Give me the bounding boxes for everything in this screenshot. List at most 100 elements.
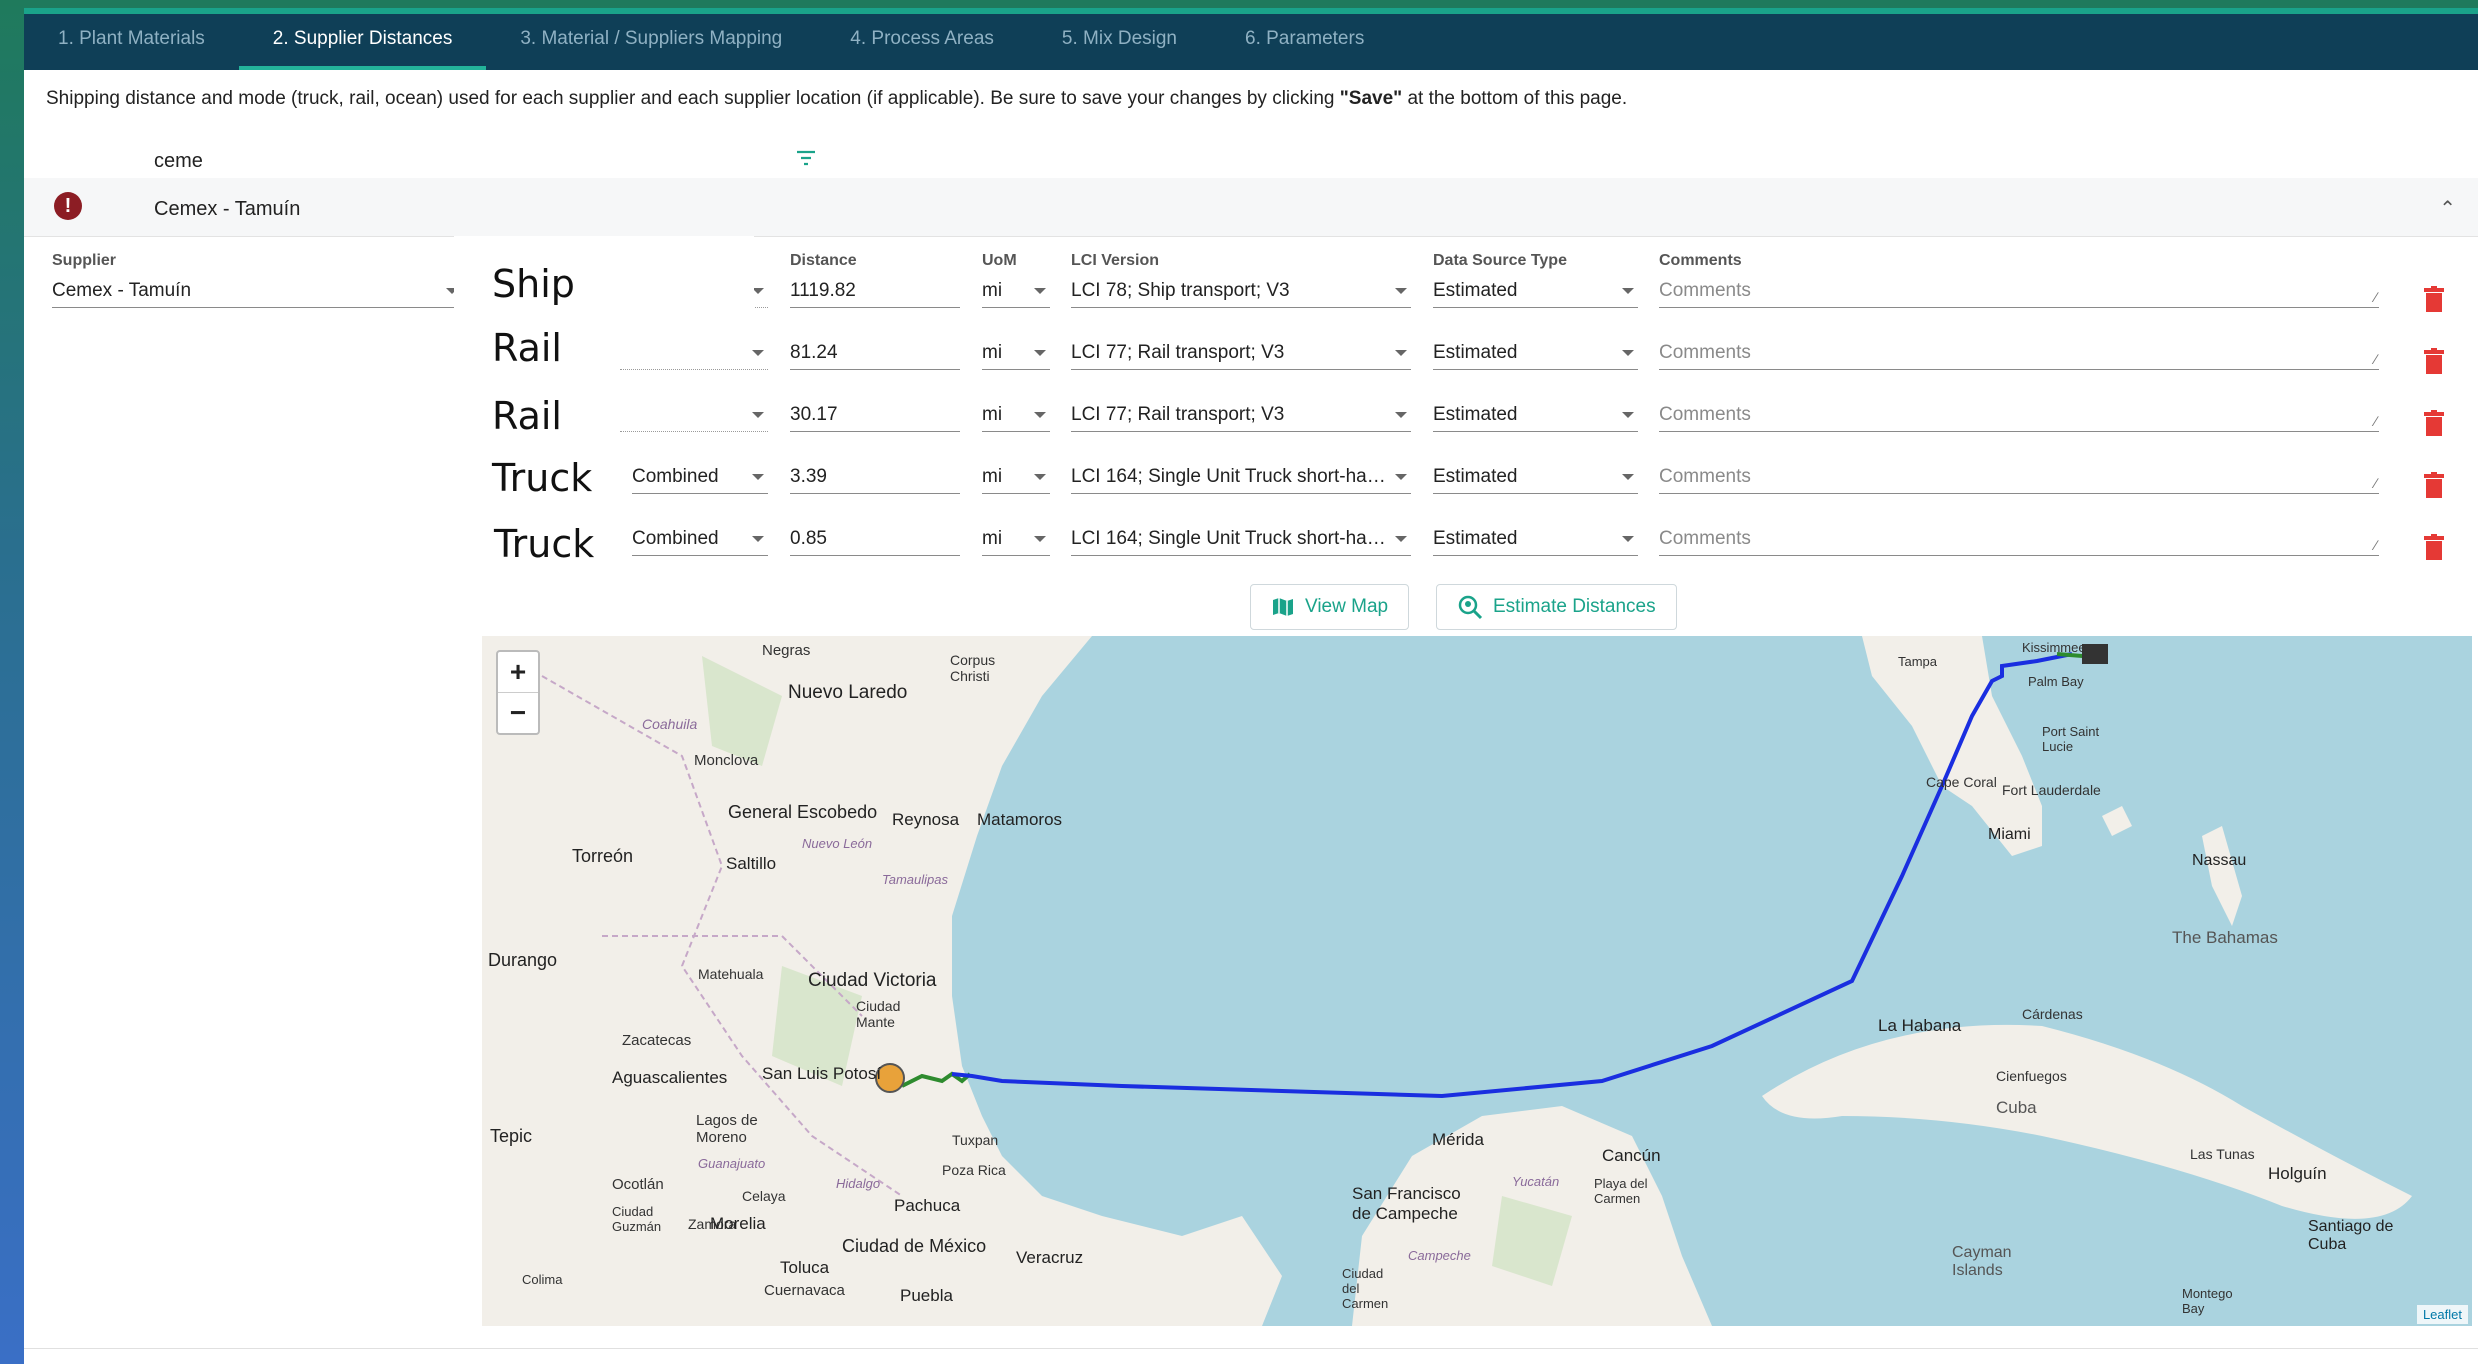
map-label: Zacatecas [622, 1032, 692, 1049]
data-source-select[interactable]: Estimated [1433, 522, 1638, 556]
map-label: Cayman Islands [1952, 1244, 2012, 1279]
instructions-text: Shipping distance and mode (truck, rail,… [46, 88, 1627, 110]
col-supplier: Supplier [52, 252, 117, 269]
resize-handle-icon[interactable]: ∕ [2375, 413, 2377, 429]
zoom-out-button[interactable]: − [498, 693, 538, 733]
delete-icon[interactable] [2424, 286, 2444, 312]
uom-select[interactable]: mi [982, 336, 1050, 370]
distance-input[interactable]: 30.17 [790, 398, 960, 432]
supplier-filter-input[interactable]: ceme [154, 150, 203, 173]
data-source-select[interactable]: Estimated [1433, 274, 1638, 308]
zoom-control: + − [496, 650, 540, 735]
tab-material-suppliers-mapping[interactable]: 3. Material / Suppliers Mapping [486, 28, 816, 70]
comments-placeholder: Comments [1659, 403, 1751, 425]
map-label: Ciudad de México [842, 1236, 987, 1256]
transport-method-select[interactable]: Combined [632, 460, 768, 494]
caret-down-icon [1395, 287, 1407, 294]
uom-value: mi [982, 341, 1003, 363]
filter-icon[interactable] [794, 146, 818, 175]
distance-input[interactable]: 81.24 [790, 336, 960, 370]
route-map[interactable]: + − Negras Corpus Christi Nuevo Laredo C… [482, 636, 2472, 1326]
map-label: Playa del Carmen [1594, 1176, 1648, 1206]
transport-method-select[interactable] [620, 398, 768, 432]
caret-down-icon [1395, 535, 1407, 542]
mode-label-truck: Truck [492, 456, 593, 500]
comments-field[interactable]: Comments ∕ [1659, 460, 2379, 494]
mode-label-rail: Rail [492, 326, 562, 370]
leaflet-attribution[interactable]: Leaflet [2416, 1305, 2468, 1324]
comments-field[interactable]: Comments ∕ [1659, 274, 2379, 308]
data-source-select[interactable]: Estimated [1433, 398, 1638, 432]
tab-bar: 1. Plant Materials 2. Supplier Distances… [24, 8, 2478, 70]
resize-handle-icon[interactable]: ∕ [2375, 289, 2377, 305]
uom-select[interactable]: mi [982, 398, 1050, 432]
lci-version-value: LCI 164; Single Unit Truck short-haul;..… [1071, 465, 1387, 487]
estimate-distances-label: Estimate Distances [1493, 596, 1656, 617]
delete-icon[interactable] [2424, 410, 2444, 436]
delete-icon[interactable] [2424, 472, 2444, 498]
map-label: Holguín [2268, 1164, 2327, 1183]
distance-input[interactable]: 0.85 [790, 522, 960, 556]
caret-down-icon [1395, 411, 1407, 418]
tab-mix-design[interactable]: 5. Mix Design [1028, 28, 1211, 70]
comments-placeholder: Comments [1659, 341, 1751, 363]
distance-value: 0.85 [790, 527, 827, 549]
uom-select[interactable]: mi [982, 460, 1050, 494]
resize-handle-icon[interactable]: ∕ [2375, 475, 2377, 491]
lci-version-select[interactable]: LCI 164; Single Unit Truck short-haul;..… [1071, 460, 1411, 494]
lci-version-select[interactable]: LCI 164; Single Unit Truck short-haul;..… [1071, 522, 1411, 556]
delete-icon[interactable] [2424, 348, 2444, 374]
estimate-distances-button[interactable]: Estimate Distances [1436, 584, 1677, 630]
transport-method-select[interactable] [620, 336, 768, 370]
lci-version-select[interactable]: LCI 78; Ship transport; V3 [1071, 274, 1411, 308]
distance-input[interactable]: 1119.82 [790, 274, 960, 308]
distance-value: 81.24 [790, 341, 838, 363]
map-label: Guanajuato [698, 1156, 766, 1171]
uom-select[interactable]: mi [982, 274, 1050, 308]
col-data-source-type: Data Source Type [1433, 252, 1567, 269]
map-label: Puebla [900, 1286, 953, 1305]
tab-parameters[interactable]: 6. Parameters [1211, 28, 1398, 70]
data-source-select[interactable]: Estimated [1433, 460, 1638, 494]
caret-down-icon [752, 349, 764, 356]
comments-field[interactable]: Comments ∕ [1659, 336, 2379, 370]
view-map-button[interactable]: View Map [1250, 584, 1410, 630]
lci-version-value: LCI 77; Rail transport; V3 [1071, 403, 1285, 425]
app-window: 1. Plant Materials 2. Supplier Distances… [24, 8, 2478, 1364]
delete-icon[interactable] [2424, 534, 2444, 560]
data-source-select[interactable]: Estimated [1433, 336, 1638, 370]
map-label: Campeche [1408, 1248, 1471, 1263]
tab-process-areas[interactable]: 4. Process Areas [816, 28, 1028, 70]
caret-down-icon [1034, 349, 1046, 356]
transport-method-select[interactable]: Combined [632, 522, 768, 556]
error-icon: ! [54, 192, 82, 220]
tab-supplier-distances[interactable]: 2. Supplier Distances [238, 28, 487, 70]
comments-field[interactable]: Comments ∕ [1659, 398, 2379, 432]
zoom-in-button[interactable]: + [498, 652, 538, 693]
instructions-main: Shipping distance and mode (truck, rail,… [46, 88, 1340, 109]
caret-down-icon [1034, 411, 1046, 418]
map-label: Saltillo [726, 854, 777, 873]
lci-version-select[interactable]: LCI 77; Rail transport; V3 [1071, 398, 1411, 432]
tab-plant-materials[interactable]: 1. Plant Materials [24, 28, 239, 70]
comments-placeholder: Comments [1659, 465, 1751, 487]
caret-down-icon [1622, 411, 1634, 418]
caret-down-icon [1622, 287, 1634, 294]
map-label: Mérida [1432, 1130, 1484, 1149]
mode-label-rail: Rail [492, 394, 562, 438]
data-source-value: Estimated [1433, 279, 1518, 301]
resize-handle-icon[interactable]: ∕ [2375, 537, 2377, 553]
map-label: Pachuca [894, 1196, 961, 1215]
supplier-select[interactable]: Cemex - Tamuín [52, 274, 462, 308]
uom-select[interactable]: mi [982, 522, 1050, 556]
comments-field[interactable]: Comments ∕ [1659, 522, 2379, 556]
supplier-panel-header[interactable]: ! Cemex - Tamuín ⌃ [24, 178, 2478, 237]
map-label: Nuevo Laredo [788, 682, 908, 703]
map-label: Durango [488, 950, 558, 970]
chevron-up-icon[interactable]: ⌃ [2439, 196, 2456, 221]
resize-handle-icon[interactable]: ∕ [2375, 351, 2377, 367]
uom-value: mi [982, 527, 1003, 549]
lci-version-select[interactable]: LCI 77; Rail transport; V3 [1071, 336, 1411, 370]
distance-input[interactable]: 3.39 [790, 460, 960, 494]
uom-value: mi [982, 403, 1003, 425]
